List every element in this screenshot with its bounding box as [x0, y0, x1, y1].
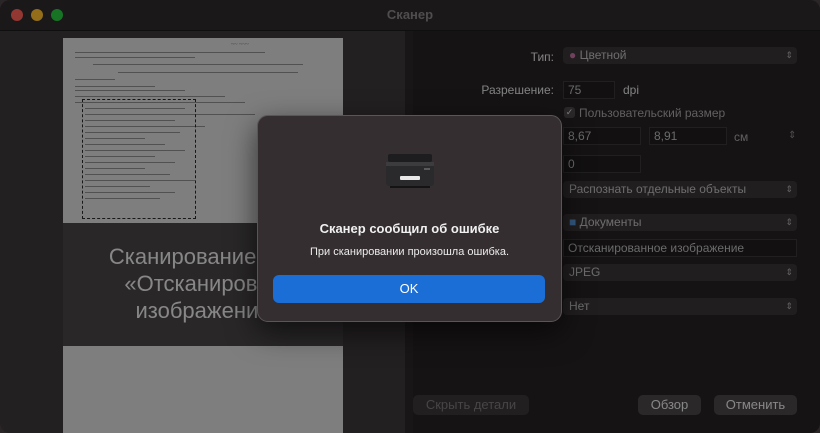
alert-message: При сканировании произошла ошибка.	[309, 246, 509, 258]
printer-icon	[386, 154, 434, 188]
alert-title: Сканер сообщил об ошибке	[319, 221, 500, 236]
scanner-window: Сканер ~~ ~~~ Сканирование док «Отсканир…	[0, 0, 820, 433]
error-alert-dialog: Сканер сообщил об ошибке При сканировани…	[257, 115, 562, 322]
ok-button[interactable]: OK	[273, 275, 545, 303]
